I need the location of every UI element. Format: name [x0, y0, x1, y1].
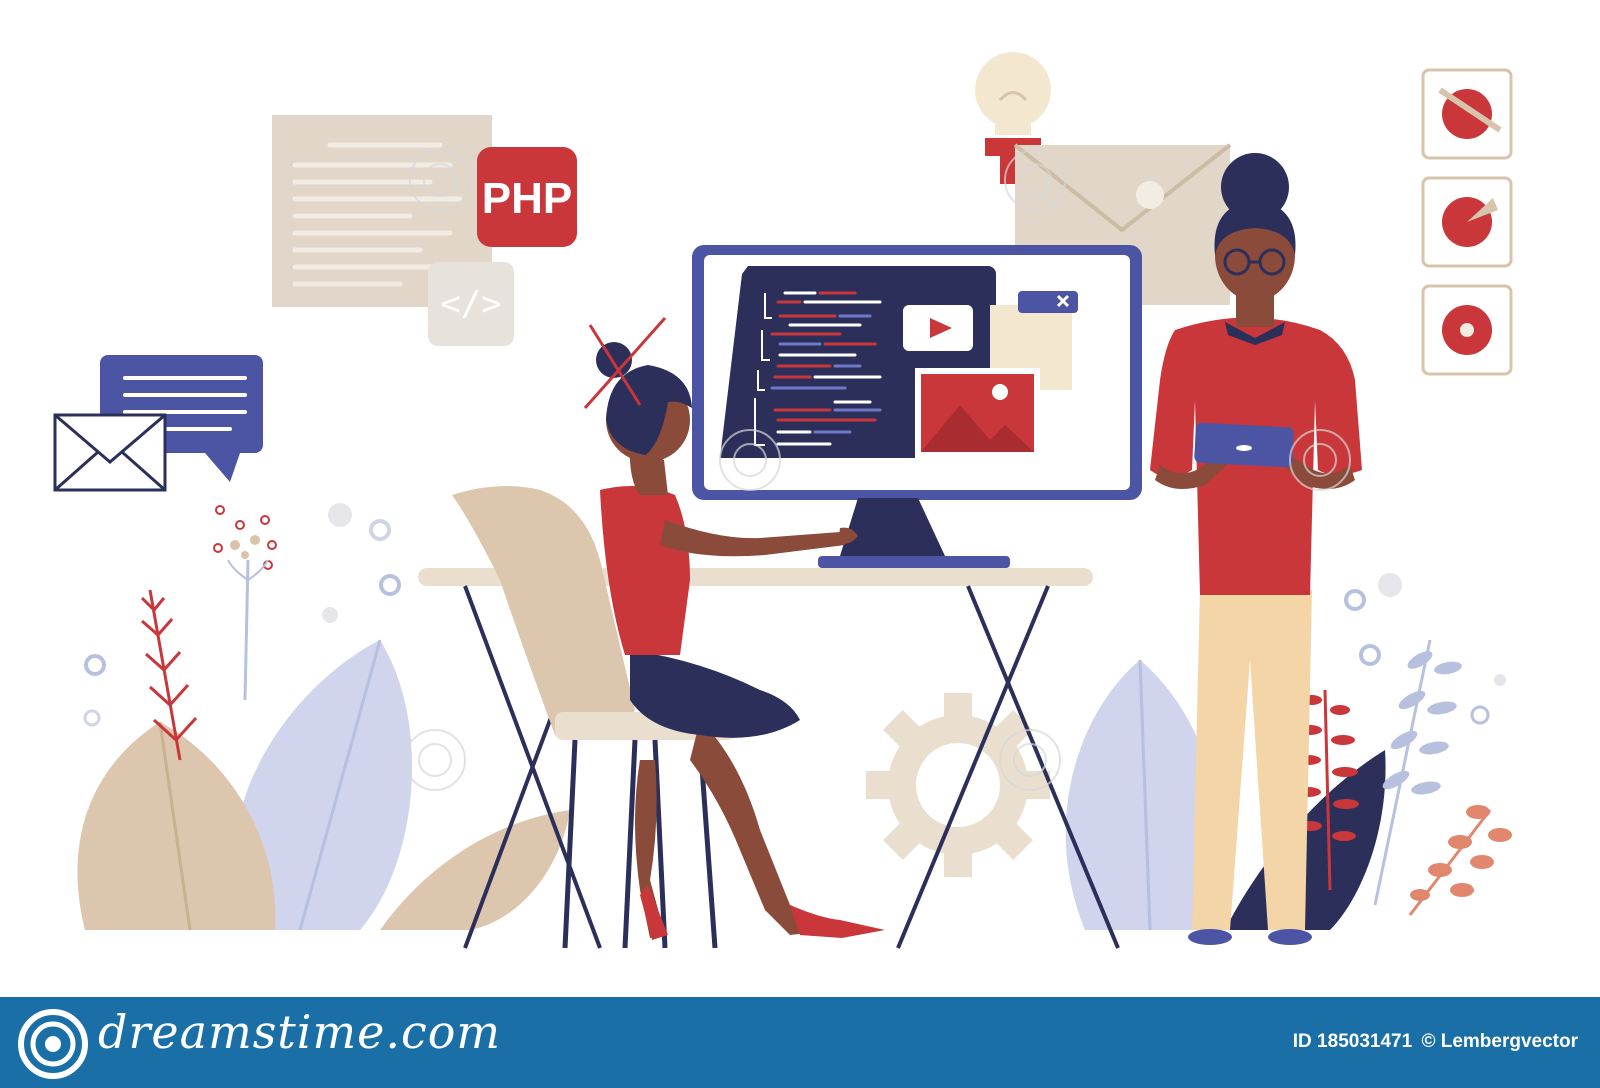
pie-chart-icon: [1421, 284, 1513, 376]
php-label: PHP: [482, 174, 572, 223]
php-badge: PHP: [477, 147, 577, 247]
computer-monitor: [692, 245, 1142, 568]
image-id: ID 185031471: [1292, 1031, 1413, 1052]
code-tag-label: </>: [440, 284, 501, 324]
image-icon: [915, 368, 1040, 458]
play-icon: [903, 305, 973, 351]
footer-brand[interactable]: dreamstime.com: [98, 1005, 501, 1059]
illustration-scene: PHP </>: [53, 52, 1513, 949]
envelope-icon: [53, 413, 167, 492]
author-credit[interactable]: © Lembergvector: [1421, 1031, 1578, 1052]
code-tag-badge: </>: [428, 262, 514, 346]
pie-chart-icon: [1421, 68, 1513, 160]
illustration-stage: PHP </> dreamstime.com ID 185031471 © Le…: [0, 0, 1600, 1088]
pie-chart-icon: [1421, 176, 1513, 268]
dreamstime-logo-icon: [18, 1009, 88, 1079]
task-list: [1421, 68, 1513, 376]
footer-banner: dreamstime.com ID 185031471 © Lembergvec…: [0, 997, 1600, 1088]
footer-credit: ID 185031471 © Lembergvector: [1289, 1031, 1578, 1053]
